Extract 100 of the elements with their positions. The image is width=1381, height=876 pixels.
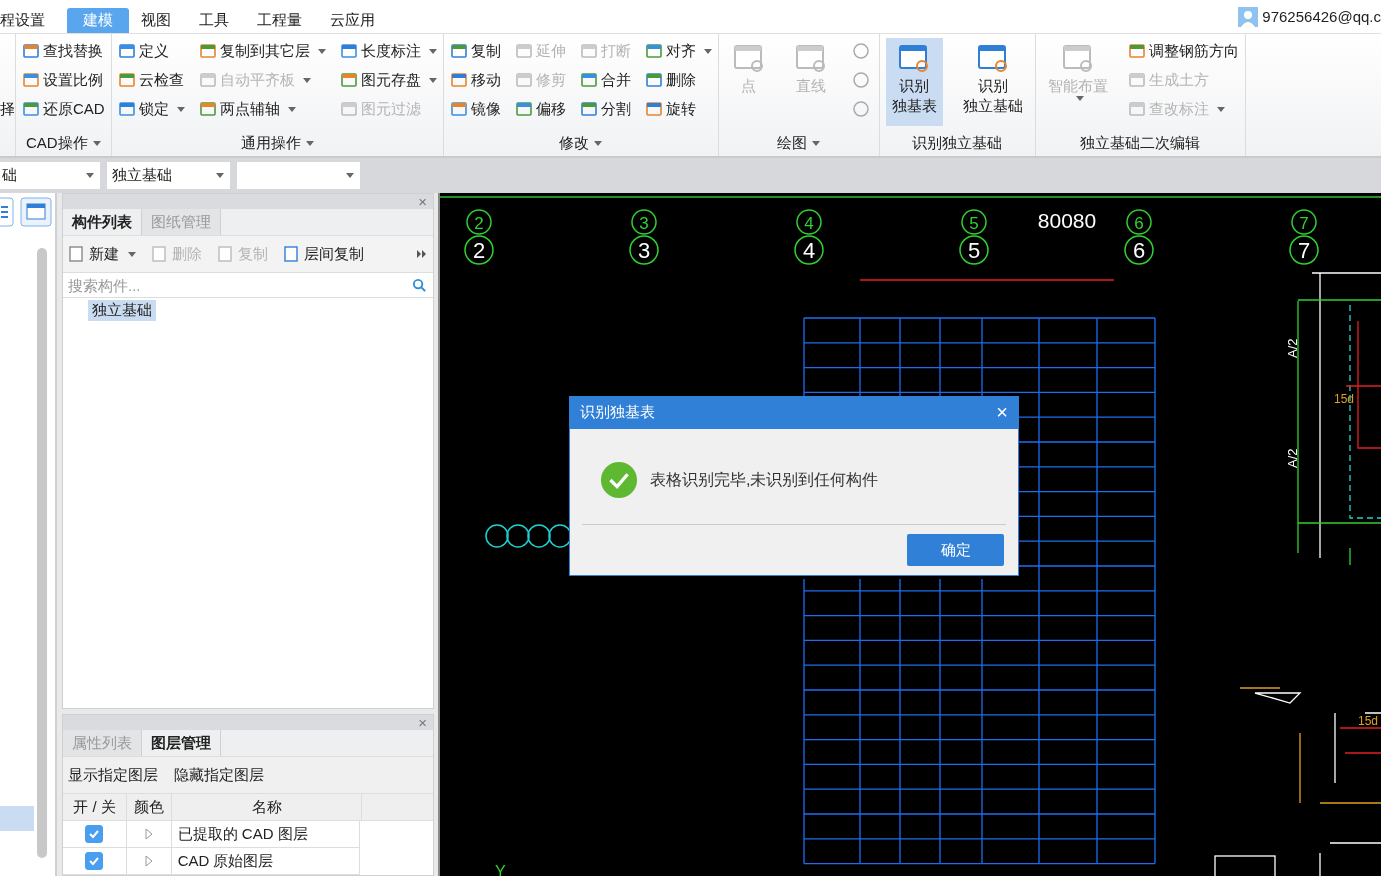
circle-icon [850, 99, 871, 119]
panel-icon[interactable] [20, 197, 52, 227]
axis-bubble: 7 [1291, 209, 1317, 235]
ribbon-button[interactable]: 分割 [579, 96, 631, 122]
ribbon-button[interactable]: 复制 [449, 38, 501, 64]
caret-icon[interactable] [86, 173, 94, 178]
dimension-label: 15d [1334, 392, 1355, 406]
ribbon-group-title[interactable]: 绘图 [777, 130, 821, 156]
dimension-label: 15d [1358, 714, 1379, 728]
ribbon-button[interactable]: 查找替换 [22, 38, 105, 64]
tool-icon [1127, 42, 1146, 60]
tool-icon [1127, 71, 1146, 89]
axis-bubble: 2 [464, 235, 494, 265]
tool-icon [514, 100, 533, 118]
axis-bubble: 3 [631, 209, 657, 235]
table-cell: CAD 原始图层 [171, 848, 360, 874]
expand-icon[interactable] [144, 828, 153, 840]
dropdown-field[interactable] [237, 162, 360, 189]
ribbon-group-title[interactable]: 通用操作 [240, 130, 314, 156]
axis-bubble: 5 [961, 209, 987, 235]
search-icon[interactable] [412, 277, 427, 293]
expand-icon[interactable] [144, 855, 153, 867]
search-field[interactable]: 搜索构件... [66, 275, 412, 295]
checkmark-icon [88, 855, 101, 867]
ribbon-button[interactable]: 复制到其它层 [198, 38, 326, 64]
tool-icon [117, 71, 136, 89]
tool-icon [22, 42, 40, 60]
dropdown-field[interactable]: 独立基础 [107, 162, 230, 189]
ok-button[interactable]: 确定 [907, 534, 1004, 566]
avatar-icon[interactable] [1238, 6, 1259, 27]
layer-action-button[interactable]: 显示指定图层 [68, 765, 158, 785]
circle-icon [850, 41, 871, 61]
more-icon[interactable] [417, 250, 427, 258]
ribbon-button[interactable]: 择 [0, 96, 15, 122]
tool-icon [449, 71, 468, 89]
ribbon-group-title[interactable]: 独立基础二次编辑 [1080, 130, 1201, 156]
ribbon-group-title[interactable]: 识别独立基础 [912, 130, 1003, 156]
ribbon-button[interactable]: 镜像 [449, 96, 501, 122]
toolbar-button[interactable]: 新建 [67, 244, 136, 264]
ribbon-button[interactable]: 识别 独立基础 [956, 38, 1029, 126]
tool-icon [22, 71, 40, 89]
ribbon-button[interactable]: 删除 [644, 67, 712, 93]
axis-label: A/2 [1285, 338, 1300, 358]
tool-icon [198, 100, 217, 118]
dimension-label: 80080 [1037, 209, 1097, 232]
axis-label: A/2 [1285, 448, 1300, 468]
ribbon-button[interactable]: 定义 [117, 38, 185, 64]
ribbon-button[interactable]: 调整钢筋方向 [1127, 38, 1239, 64]
ribbon-button[interactable]: 长度标注 [339, 38, 437, 64]
user-account[interactable]: 976256426@qq.c [1262, 8, 1381, 25]
layer-action-button[interactable]: 隐藏指定图层 [174, 765, 264, 785]
ribbon-button[interactable]: 旋转 [644, 96, 712, 122]
ribbon-button[interactable]: 识别 独基表 [885, 38, 943, 126]
axis-bubble: 2 [466, 209, 492, 235]
tool-icon [339, 100, 358, 118]
column-header: 名称 [172, 794, 362, 820]
ribbon-button[interactable]: 云检查 [117, 67, 185, 93]
tool-icon [644, 42, 663, 60]
tool-icon [579, 42, 598, 60]
tool-icon [22, 100, 40, 118]
close-icon[interactable]: × [996, 401, 1008, 425]
tool-icon [644, 100, 663, 118]
tool-icon [117, 42, 136, 60]
ribbon-button[interactable]: 设置比例 [22, 67, 105, 93]
ribbon-button[interactable]: 两点辅轴 [198, 96, 326, 122]
table-cell: 已提取的 CAD 图层 [171, 821, 360, 847]
ribbon-button[interactable]: 还原CAD [22, 96, 105, 122]
dialog-title: 识别独基表 [580, 403, 656, 423]
tree-item[interactable]: 独立基础 [88, 300, 156, 321]
column-header: 颜色 [127, 794, 172, 820]
toolbar-button[interactable]: 层间复制 [282, 244, 364, 264]
tool-icon [514, 42, 533, 60]
checkmark-icon [88, 828, 101, 840]
axis-bubble: 3 [629, 235, 659, 265]
menu-tab[interactable]: 程设置 [0, 8, 61, 33]
ribbon-group-title[interactable]: 修改 [559, 130, 603, 156]
tool-icon [579, 100, 598, 118]
document-icon [67, 245, 85, 263]
success-icon [600, 461, 638, 500]
ribbon-button[interactable]: 移动 [449, 67, 501, 93]
scrollbar[interactable] [37, 248, 47, 858]
ribbon-button[interactable]: 锁定 [117, 96, 185, 122]
dropdown-field[interactable]: 础 [0, 162, 100, 189]
ribbon-button[interactable]: 图元存盘 [339, 67, 437, 93]
checkbox[interactable] [85, 825, 104, 843]
ribbon-button[interactable]: 合并 [579, 67, 631, 93]
document-icon [216, 245, 234, 263]
tool-icon [449, 100, 468, 118]
ribbon-button[interactable]: 偏移 [514, 96, 566, 122]
axis-bubble: 4 [796, 209, 822, 235]
ribbon-button[interactable]: 对齐 [644, 38, 712, 64]
caret-icon[interactable] [216, 173, 224, 178]
tool-icon [198, 42, 217, 60]
tool-icon [449, 42, 468, 60]
axis-bubble: 7 [1289, 235, 1319, 265]
ribbon-group-title[interactable]: CAD操作 [26, 130, 101, 156]
dialog-message: 表格识别完毕,未识别到任何构件 [650, 469, 879, 490]
caret-icon[interactable] [346, 173, 354, 178]
checkbox[interactable] [85, 852, 104, 870]
list-icon[interactable] [0, 197, 14, 227]
